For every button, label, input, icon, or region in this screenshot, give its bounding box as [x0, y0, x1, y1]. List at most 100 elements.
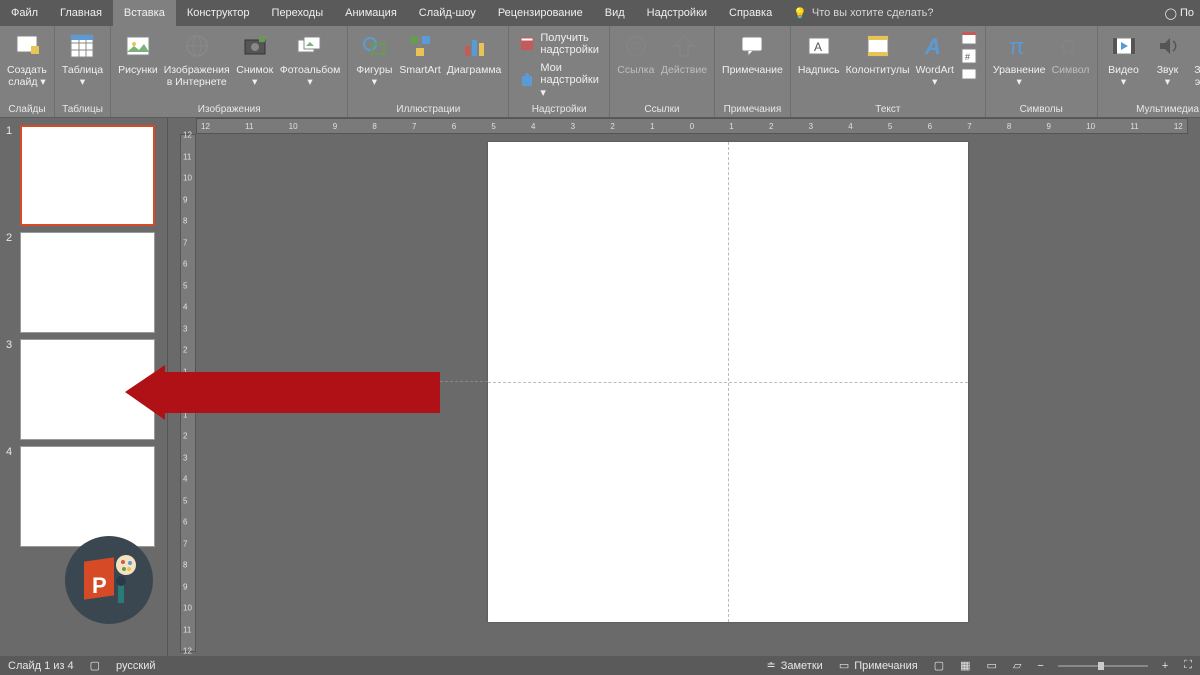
slide-number-icon[interactable]: #: [961, 48, 977, 64]
tab-slideshow[interactable]: Слайд-шоу: [408, 0, 487, 26]
online-pictures-icon: [181, 30, 213, 62]
header-footer-icon: [862, 30, 894, 62]
svg-text:π: π: [1009, 34, 1024, 59]
symbol-button: Ω Символ: [1049, 28, 1093, 78]
audio-label: Звук ▾: [1157, 64, 1179, 88]
screenshot-button[interactable]: Снимок ▾: [233, 28, 277, 90]
group-links: Ссылка Действие Ссылки: [610, 26, 715, 117]
chart-icon: [458, 30, 490, 62]
smartart-icon: [404, 30, 436, 62]
horizontal-ruler: 1211109876543210123456789101112: [196, 118, 1188, 134]
shapes-label: Фигуры ▾: [356, 64, 392, 88]
group-media: Видео ▾ Звук ▾ Запись экрана Мультимедиа: [1098, 26, 1200, 117]
group-links-label: Ссылки: [614, 104, 710, 117]
tell-me-search[interactable]: 💡 Что вы хотите сделать?: [783, 0, 943, 26]
view-sorter-icon: ▦: [960, 659, 970, 672]
group-tables-label: Таблицы: [59, 104, 106, 117]
tab-home[interactable]: Главная: [49, 0, 113, 26]
audio-button[interactable]: Звук ▾: [1146, 28, 1190, 90]
comments-label: Примечания: [854, 660, 918, 672]
pictures-icon: [122, 30, 154, 62]
pictures-button[interactable]: Рисунки: [115, 28, 161, 78]
tab-insert[interactable]: Вставка: [113, 0, 176, 26]
powerpoint-logo-badge: P: [65, 536, 153, 624]
wordart-button[interactable]: A WordArt ▾: [913, 28, 957, 90]
tab-review[interactable]: Рецензирование: [487, 0, 594, 26]
group-text-label: Текст: [795, 104, 981, 117]
date-time-icon[interactable]: [961, 30, 977, 46]
fit-window-button[interactable]: ⛶: [1176, 659, 1200, 672]
tab-view[interactable]: Вид: [594, 0, 636, 26]
tell-me-placeholder: Что вы хотите сделать?: [812, 7, 934, 19]
tab-animations[interactable]: Анимация: [334, 0, 408, 26]
ribbon: Создать слайд ▾ Слайды Таблица ▾ Таблицы…: [0, 26, 1200, 118]
notes-button[interactable]: ≐Заметки: [759, 659, 831, 672]
slide-thumb-4[interactable]: 4: [0, 443, 167, 550]
spellcheck-icon: ▢: [90, 659, 100, 672]
annotation-arrow: [125, 365, 440, 420]
wordart-label: WordArt ▾: [916, 64, 954, 88]
lightbulb-icon: 💡: [793, 7, 807, 20]
notes-icon: ≐: [767, 659, 776, 672]
slide-thumb-1[interactable]: 1: [0, 122, 167, 229]
slide-counter[interactable]: Слайд 1 из 4: [0, 660, 82, 672]
new-slide-button[interactable]: Создать слайд ▾: [4, 28, 50, 90]
zoom-slider[interactable]: [1058, 665, 1148, 667]
view-slideshow-button[interactable]: ▱: [1005, 659, 1029, 672]
tab-addins[interactable]: Надстройки: [636, 0, 718, 26]
spellcheck-button[interactable]: ▢: [82, 659, 108, 672]
tab-help[interactable]: Справка: [718, 0, 783, 26]
tab-file[interactable]: Файл: [0, 0, 49, 26]
comments-button[interactable]: ▭Примечания: [831, 659, 926, 672]
group-tables: Таблица ▾ Таблицы: [55, 26, 111, 117]
view-reading-button[interactable]: ▭: [979, 659, 1005, 672]
zoom-in-button[interactable]: +: [1154, 660, 1176, 672]
textbox-button[interactable]: A Надпись: [795, 28, 843, 78]
group-slides-label: Слайды: [4, 104, 50, 117]
comment-button[interactable]: Примечание: [719, 28, 786, 78]
pictures-label: Рисунки: [118, 64, 158, 76]
equation-button[interactable]: π Уравнение ▾: [990, 28, 1049, 90]
view-normal-icon: ▢: [934, 659, 944, 672]
textbox-label: Надпись: [798, 64, 840, 76]
chart-button[interactable]: Диаграмма: [444, 28, 505, 78]
new-slide-label: Создать слайд ▾: [7, 64, 47, 88]
video-icon: [1108, 30, 1140, 62]
slide-canvas[interactable]: [488, 142, 968, 622]
shapes-button[interactable]: Фигуры ▾: [352, 28, 396, 90]
link-icon: [620, 30, 652, 62]
photo-album-button[interactable]: Фотоальбом ▾: [277, 28, 344, 90]
shapes-icon: [358, 30, 390, 62]
online-pictures-label: Изображения в Интернете: [164, 64, 230, 88]
view-reading-icon: ▭: [987, 659, 997, 672]
table-button[interactable]: Таблица ▾: [59, 28, 106, 90]
group-symbols-label: Символы: [990, 104, 1093, 117]
language-button[interactable]: русский: [108, 660, 163, 672]
person-icon: ◯: [1165, 7, 1177, 20]
view-normal-button[interactable]: ▢: [926, 659, 952, 672]
tab-design[interactable]: Конструктор: [176, 0, 261, 26]
action-button: Действие: [658, 28, 710, 78]
header-footer-button[interactable]: Колонтитулы: [843, 28, 913, 78]
smartart-button[interactable]: SmartArt: [396, 28, 443, 78]
get-addins-button[interactable]: Получить надстройки: [517, 30, 600, 58]
account-button[interactable]: ◯ По: [1159, 0, 1200, 26]
screen-recording-button[interactable]: Запись экрана: [1190, 28, 1200, 90]
screenshot-label: Снимок ▾: [236, 64, 273, 88]
equation-label: Уравнение ▾: [993, 64, 1046, 88]
view-sorter-button[interactable]: ▦: [952, 659, 978, 672]
status-bar: Слайд 1 из 4 ▢ русский ≐Заметки ▭Примеча…: [0, 656, 1200, 675]
online-pictures-button[interactable]: Изображения в Интернете: [161, 28, 233, 90]
textbox-icon: A: [803, 30, 835, 62]
group-text: A Надпись Колонтитулы A WordArt ▾ # Текс…: [791, 26, 986, 117]
video-button[interactable]: Видео ▾: [1102, 28, 1146, 90]
object-icon[interactable]: [961, 66, 977, 82]
photo-album-icon: [294, 30, 326, 62]
zoom-out-button[interactable]: −: [1029, 660, 1051, 672]
slide-thumb-2[interactable]: 2: [0, 229, 167, 336]
link-label: Ссылка: [617, 64, 654, 76]
tab-transitions[interactable]: Переходы: [261, 0, 335, 26]
new-slide-icon: [11, 30, 43, 62]
svg-text:A: A: [924, 34, 941, 59]
my-addins-button[interactable]: Мои надстройки ▾: [517, 60, 600, 101]
